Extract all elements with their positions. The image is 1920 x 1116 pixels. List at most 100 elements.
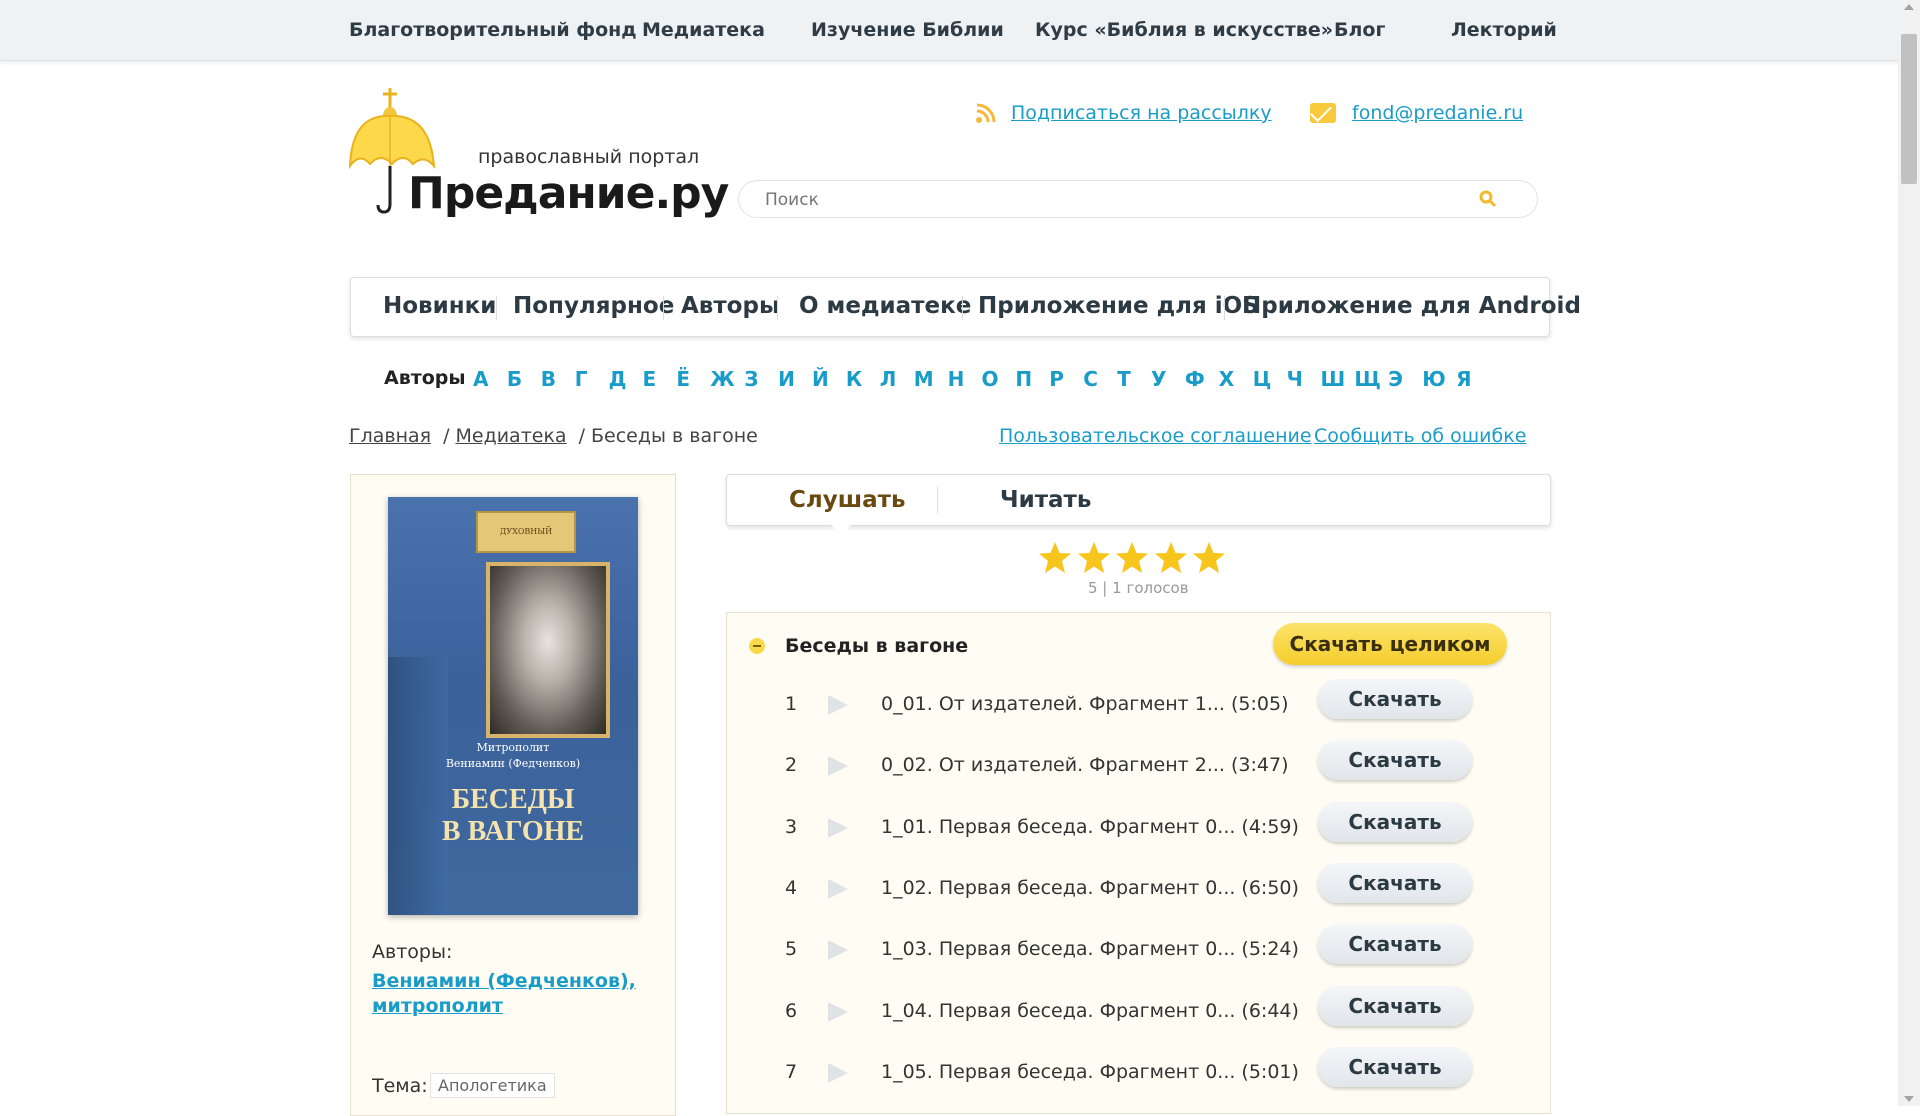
download-button[interactable]: Скачать — [1318, 985, 1472, 1026]
alphabet-letter[interactable]: Б — [507, 367, 522, 391]
alphabet-letter[interactable]: Н — [948, 367, 965, 391]
page-scrollbar[interactable] — [1898, 0, 1920, 1106]
track-row: 2 0_02. От издателей. Фрагмент 2... (3:47… — [727, 740, 1550, 790]
topnav-blog[interactable]: Блог — [1334, 19, 1385, 41]
download-button[interactable]: Скачать — [1318, 801, 1472, 842]
theme-label: Тема: — [372, 1075, 428, 1097]
menu-ios-app[interactable]: Приложение для iOS — [978, 293, 1259, 319]
book-cover[interactable]: ДУХОВНЫЙ СОБЕСЕДНИК Митрополит Вениамин … — [388, 497, 638, 915]
alphabet-letter[interactable]: Й — [812, 367, 829, 391]
theme-tag[interactable]: Апологетика — [430, 1073, 555, 1098]
menu-popular[interactable]: Популярное — [513, 293, 674, 319]
download-button[interactable]: Скачать — [1318, 862, 1472, 903]
alphabet-letter[interactable]: Т — [1117, 367, 1131, 391]
alphabet-label: Авторы — [384, 367, 466, 389]
alphabet-letter[interactable]: Э — [1388, 367, 1403, 391]
breadcrumb-home[interactable]: Главная — [349, 425, 431, 447]
play-icon[interactable] — [828, 695, 848, 715]
subscribe-link[interactable]: Подписаться на рассылку — [1011, 102, 1272, 124]
star-icon[interactable] — [1114, 540, 1150, 576]
alphabet-letter[interactable]: А — [473, 367, 488, 391]
alphabet-letter[interactable]: Л — [880, 367, 897, 391]
alphabet-letter[interactable]: И — [778, 367, 795, 391]
star-icon[interactable] — [1076, 540, 1112, 576]
track-name[interactable]: 1_01. Первая беседа. Фрагмент 0... (4:59… — [881, 816, 1299, 838]
rating-stars[interactable] — [1037, 540, 1230, 576]
alphabet-letter[interactable]: К — [846, 367, 862, 391]
download-button[interactable]: Скачать — [1318, 924, 1472, 965]
alphabet-letter[interactable]: Р — [1049, 367, 1064, 391]
play-icon[interactable] — [828, 1001, 848, 1022]
tab-read[interactable]: Читать — [1000, 487, 1091, 513]
download-button[interactable]: Скачать — [1318, 1046, 1472, 1087]
download-all-button[interactable]: Скачать целиком — [1273, 623, 1507, 665]
alphabet-letter[interactable]: Ж — [710, 367, 734, 391]
track-number: 7 — [785, 1060, 798, 1083]
track-row: 7 1_05. Первая беседа. Фрагмент 0... (5:0… — [727, 1046, 1550, 1097]
play-icon[interactable] — [828, 940, 848, 961]
alphabet-letter[interactable]: Ю — [1422, 367, 1445, 391]
scroll-down-icon[interactable] — [1904, 1096, 1914, 1102]
track-name[interactable]: 1_04. Первая беседа. Фрагмент 0... (6:44… — [881, 1000, 1299, 1022]
agreement-link-wrap: Пользовательское соглашение — [999, 425, 1312, 447]
alphabet-letter[interactable]: Ё — [676, 367, 690, 391]
play-icon[interactable] — [828, 878, 848, 899]
menu-about[interactable]: О медиатеке — [799, 293, 971, 319]
alphabet-letter[interactable]: П — [1015, 367, 1032, 391]
topnav-bible-study[interactable]: Изучение Библии — [811, 19, 1004, 41]
alphabet-letter[interactable]: М — [914, 367, 934, 391]
star-icon[interactable] — [1191, 540, 1227, 576]
alphabet-letter[interactable]: З — [744, 367, 758, 391]
search-icon[interactable] — [1479, 190, 1497, 208]
user-agreement-link[interactable]: Пользовательское соглашение — [999, 425, 1312, 447]
play-icon[interactable] — [828, 817, 848, 838]
cover-series-badge: ДУХОВНЫЙ СОБЕСЕДНИК — [476, 511, 576, 574]
track-name[interactable]: 0_01. От издателей. Фрагмент 1... (5:05) — [881, 693, 1289, 715]
alphabet-letter[interactable]: О — [982, 367, 999, 391]
alphabet-letter[interactable]: Я — [1456, 367, 1471, 391]
track-name[interactable]: 1_05. Первая беседа. Фрагмент 0... (5:01… — [881, 1061, 1299, 1083]
site-logo[interactable]: православный портал Предание.ру — [348, 86, 729, 226]
topnav-charity[interactable]: Благотворительный фонд — [349, 19, 637, 41]
track-name[interactable]: 1_02. Первая беседа. Фрагмент 0... (6:50… — [881, 877, 1299, 899]
play-icon[interactable] — [828, 1062, 848, 1083]
alphabet-letter[interactable]: Ш — [1321, 367, 1346, 391]
alphabet-letter[interactable]: Щ — [1354, 367, 1381, 391]
scrollbar-thumb[interactable] — [1901, 34, 1917, 184]
track-name[interactable]: 1_03. Первая беседа. Фрагмент 0... (5:24… — [881, 938, 1299, 960]
track-name[interactable]: 0_02. От издателей. Фрагмент 2... (3:47) — [881, 754, 1289, 776]
download-button[interactable]: Скачать — [1318, 679, 1472, 719]
search-input[interactable] — [763, 187, 1467, 213]
menu-authors[interactable]: Авторы — [681, 293, 780, 319]
alphabet-letter[interactable]: Д — [609, 367, 627, 391]
alphabet-letter[interactable]: Е — [643, 367, 657, 391]
email-link[interactable]: fond@predanie.ru — [1352, 102, 1523, 124]
menu-android-app[interactable]: Приложение для Android — [1242, 293, 1581, 319]
download-button[interactable]: Скачать — [1318, 740, 1472, 781]
tab-listen[interactable]: Слушать — [789, 487, 906, 513]
star-icon[interactable] — [1153, 540, 1189, 576]
alphabet-letter[interactable]: Х — [1219, 367, 1234, 391]
topnav-bible-art-course[interactable]: Курс «Библия в искусстве» — [1035, 19, 1333, 41]
track-number: 2 — [785, 754, 798, 777]
alphabet-letter[interactable]: У — [1151, 367, 1166, 391]
authors-label: Авторы: — [372, 941, 453, 963]
author-link[interactable]: Вениамин (Федченков), митрополит — [372, 969, 652, 1019]
menu-new[interactable]: Новинки — [383, 293, 496, 319]
breadcrumb-mediateka[interactable]: Медиатека — [455, 425, 566, 447]
report-error-link[interactable]: Сообщить об ошибке — [1314, 425, 1526, 447]
topnav-mediateka[interactable]: Медиатека — [642, 19, 765, 41]
play-icon[interactable] — [828, 756, 848, 777]
alphabet-letter[interactable]: С — [1083, 367, 1098, 391]
topnav-lectures[interactable]: Лекторий — [1451, 19, 1557, 41]
collapse-icon[interactable] — [749, 638, 765, 654]
alphabet-letter[interactable]: В — [541, 367, 556, 391]
star-icon[interactable] — [1037, 540, 1073, 576]
active-tab-pointer — [830, 524, 852, 535]
alphabet-letter[interactable]: Ц — [1253, 367, 1272, 391]
alphabet-letter[interactable]: Г — [575, 367, 588, 391]
alphabet-letter[interactable]: Ч — [1287, 367, 1303, 391]
scroll-up-icon[interactable] — [1904, 4, 1914, 10]
alphabet-letter[interactable]: Ф — [1185, 367, 1205, 391]
rss-icon — [976, 103, 996, 123]
